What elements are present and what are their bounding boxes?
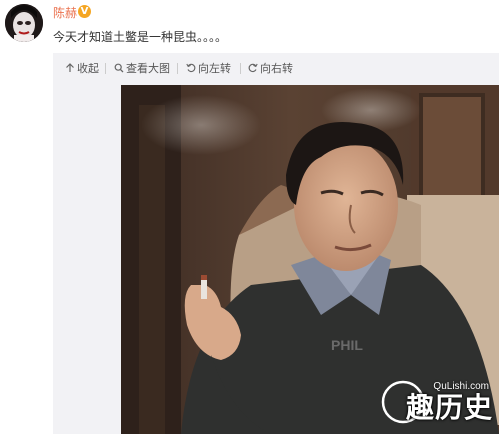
verified-badge-icon: V: [78, 5, 91, 18]
toolbar-divider: [240, 63, 241, 74]
magnifier-icon: [114, 63, 124, 73]
rotate-left-label: 向左转: [198, 62, 231, 75]
rotate-left-button[interactable]: 向左转: [186, 62, 231, 76]
collapse-label: 收起: [77, 62, 99, 75]
user-name-link[interactable]: 陈赫: [53, 6, 77, 20]
media-toolbar: 收起 查看大图 向左转 向右转: [53, 53, 499, 85]
weibo-post: 陈赫 V 今天才知道土鳖是一种昆虫。。。。 收起 查看大图 向左转 向右转 PH…: [0, 0, 499, 434]
media-card: 收起 查看大图 向左转 向右转 PHIL QuLishi.com 趣历史: [53, 53, 499, 434]
toolbar-divider: [177, 63, 178, 74]
avatar[interactable]: [5, 4, 43, 42]
rotate-right-button[interactable]: 向右转: [248, 62, 293, 76]
rotate-right-icon: [248, 63, 258, 73]
svg-text:PHIL: PHIL: [331, 337, 363, 353]
collapse-button[interactable]: 收起: [65, 62, 99, 76]
post-text: 今天才知道土鳖是一种昆虫。。。。: [53, 30, 228, 44]
toolbar-divider: [105, 63, 106, 74]
arrow-up-icon: [65, 63, 75, 73]
rotate-left-icon: [186, 63, 196, 73]
view-large-button[interactable]: 查看大图: [114, 62, 170, 76]
avatar-face-icon: [5, 4, 43, 42]
view-large-label: 查看大图: [126, 62, 170, 75]
watermark-brand-text: 趣历史: [405, 391, 493, 424]
rotate-right-label: 向右转: [260, 62, 293, 75]
